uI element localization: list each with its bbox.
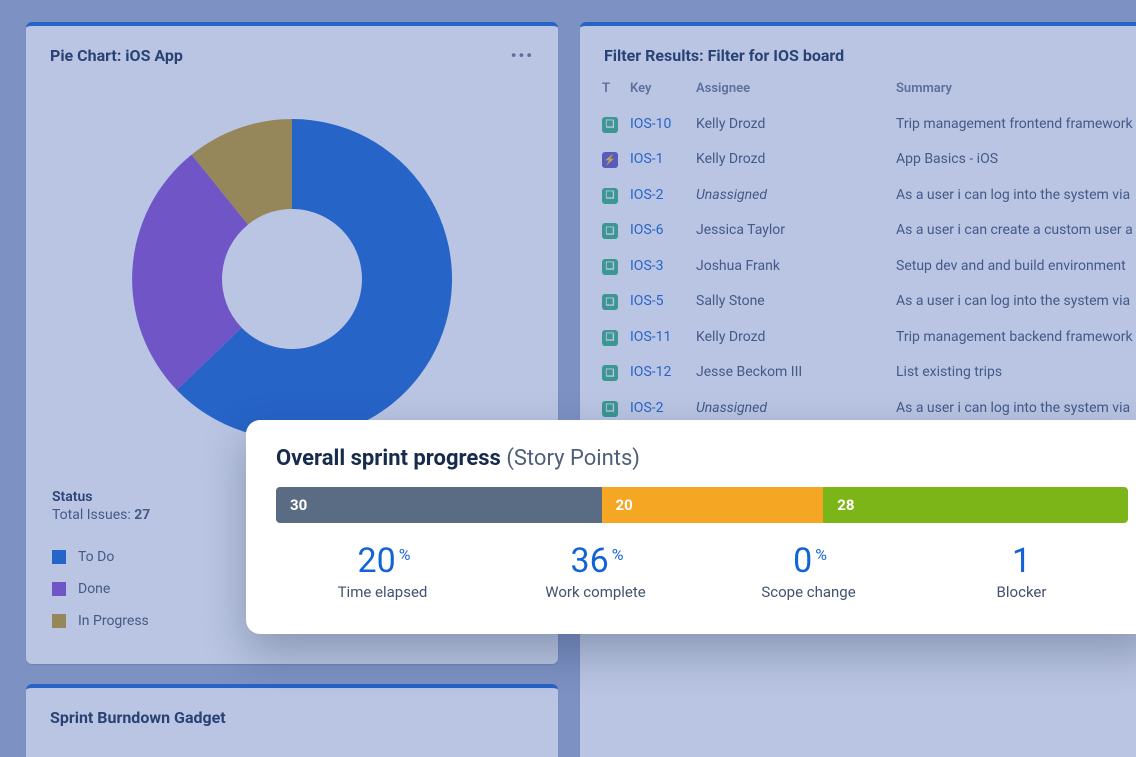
summary-cell: Trip management frontend framework (890, 106, 1136, 142)
story-icon: ❏ (602, 259, 618, 275)
summary-cell: As a user i can log into the system via (890, 177, 1136, 213)
legend-label: In Progress (78, 613, 149, 629)
more-menu-icon[interactable]: ••• (511, 46, 534, 65)
legend-swatch (52, 550, 66, 564)
pie-chart-title: Pie Chart: iOS App (50, 46, 183, 65)
summary-cell: As a user i can create a custom user a (890, 213, 1136, 249)
summary-cell: Setup dev and and build environment (890, 248, 1136, 284)
issue-key-link[interactable]: IOS-10 (630, 116, 671, 132)
story-icon: ❏ (602, 117, 618, 133)
summary-cell: App Basics - iOS (890, 142, 1136, 178)
assignee-cell: Sally Stone (690, 284, 890, 320)
table-row[interactable]: ❏ IOS-2 UnassignedAs a user i can log into… (596, 177, 1136, 213)
issue-key-link[interactable]: IOS-12 (630, 364, 671, 380)
epic-icon: ⚡ (602, 152, 618, 168)
progress-metrics: 20% Time elapsed 36% Work complete 0% Sc… (276, 541, 1128, 601)
col-assignee[interactable]: Assignee (690, 75, 890, 106)
issue-type-cell: ❏ (596, 177, 624, 213)
issue-key-cell: IOS-2 (624, 177, 690, 213)
story-icon: ❏ (602, 401, 618, 417)
sprint-burndown-title: Sprint Burndown Gadget (50, 708, 226, 727)
issue-key-cell: IOS-6 (624, 213, 690, 249)
table-row[interactable]: ❏ IOS-11 Kelly DrozdTrip management backen… (596, 319, 1136, 355)
table-row[interactable]: ⚡ IOS-1 Kelly DrozdApp Basics - iOS (596, 142, 1136, 178)
progress-segment-3[interactable]: 28 (823, 487, 1128, 523)
issue-key-cell: IOS-1 (624, 142, 690, 178)
issue-type-cell: ❏ (596, 319, 624, 355)
col-type[interactable]: T (596, 75, 624, 106)
table-row[interactable]: ❏ IOS-12 Jesse Beckom IIIList existing tri… (596, 355, 1136, 391)
assignee-cell: Jessica Taylor (690, 213, 890, 249)
story-icon: ❏ (602, 223, 618, 239)
issue-key-link[interactable]: IOS-5 (630, 293, 664, 309)
table-row[interactable]: ❏ IOS-6 Jessica TaylorAs a user i can crea… (596, 213, 1136, 249)
issue-key-link[interactable]: IOS-11 (630, 329, 671, 345)
sprint-burndown-card: Sprint Burndown Gadget (26, 684, 558, 757)
issue-type-cell: ⚡ (596, 142, 624, 178)
metric-work-complete: 36% Work complete (489, 541, 702, 601)
issue-key-link[interactable]: IOS-1 (630, 151, 664, 167)
donut-svg (92, 79, 492, 479)
legend-label: To Do (78, 549, 114, 565)
assignee-cell: Jesse Beckom III (690, 355, 890, 391)
issue-type-cell: ❏ (596, 248, 624, 284)
metric-time-elapsed: 20% Time elapsed (276, 541, 489, 601)
issue-type-cell: ❏ (596, 355, 624, 391)
issue-key-link[interactable]: IOS-6 (630, 222, 664, 238)
table-row[interactable]: ❏ IOS-3 Joshua FrankSetup dev and and buil… (596, 248, 1136, 284)
issue-key-link[interactable]: IOS-3 (630, 258, 664, 274)
assignee-cell: Kelly Drozd (690, 142, 890, 178)
summary-cell: List existing trips (890, 355, 1136, 391)
progress-segment-1[interactable]: 30 (276, 487, 602, 523)
assignee-cell: Unassigned (690, 177, 890, 213)
assignee-cell: Joshua Frank (690, 248, 890, 284)
summary-cell: Trip management backend framework (890, 319, 1136, 355)
legend-swatch (52, 582, 66, 596)
progress-bar: 30 20 28 (276, 487, 1128, 523)
issue-key-cell: IOS-11 (624, 319, 690, 355)
issue-key-cell: IOS-5 (624, 284, 690, 320)
story-icon: ❏ (602, 365, 618, 381)
legend-swatch (52, 614, 66, 628)
metric-blocker: 1 Blocker (915, 541, 1128, 601)
filter-results-title: Filter Results: Filter for IOS board (604, 46, 844, 65)
overall-sprint-progress-card: Overall sprint progress (Story Points) 3… (246, 420, 1136, 634)
issue-key-link[interactable]: IOS-2 (630, 400, 664, 416)
summary-cell: As a user i can log into the system via (890, 284, 1136, 320)
issue-key-link[interactable]: IOS-2 (630, 187, 664, 203)
col-key[interactable]: Key (624, 75, 690, 106)
assignee-cell: Kelly Drozd (690, 319, 890, 355)
issue-key-cell: IOS-10 (624, 106, 690, 142)
issue-type-cell: ❏ (596, 106, 624, 142)
story-icon: ❏ (602, 330, 618, 346)
story-icon: ❏ (602, 188, 618, 204)
col-summary[interactable]: Summary (890, 75, 1136, 106)
issue-type-cell: ❏ (596, 213, 624, 249)
metric-scope-change: 0% Scope change (702, 541, 915, 601)
issue-key-cell: IOS-12 (624, 355, 690, 391)
assignee-cell: Kelly Drozd (690, 106, 890, 142)
story-icon: ❏ (602, 294, 618, 310)
filter-results-card: Filter Results: Filter for IOS board T K… (580, 22, 1136, 757)
table-row[interactable]: ❏ IOS-10 Kelly DrozdTrip management fronte… (596, 106, 1136, 142)
legend-label: Done (78, 581, 110, 597)
progress-segment-2[interactable]: 20 (602, 487, 824, 523)
progress-title: Overall sprint progress (Story Points) (276, 446, 1128, 471)
issue-type-cell: ❏ (596, 284, 624, 320)
table-row[interactable]: ❏ IOS-5 Sally StoneAs a user i can log int… (596, 284, 1136, 320)
issue-key-cell: IOS-3 (624, 248, 690, 284)
